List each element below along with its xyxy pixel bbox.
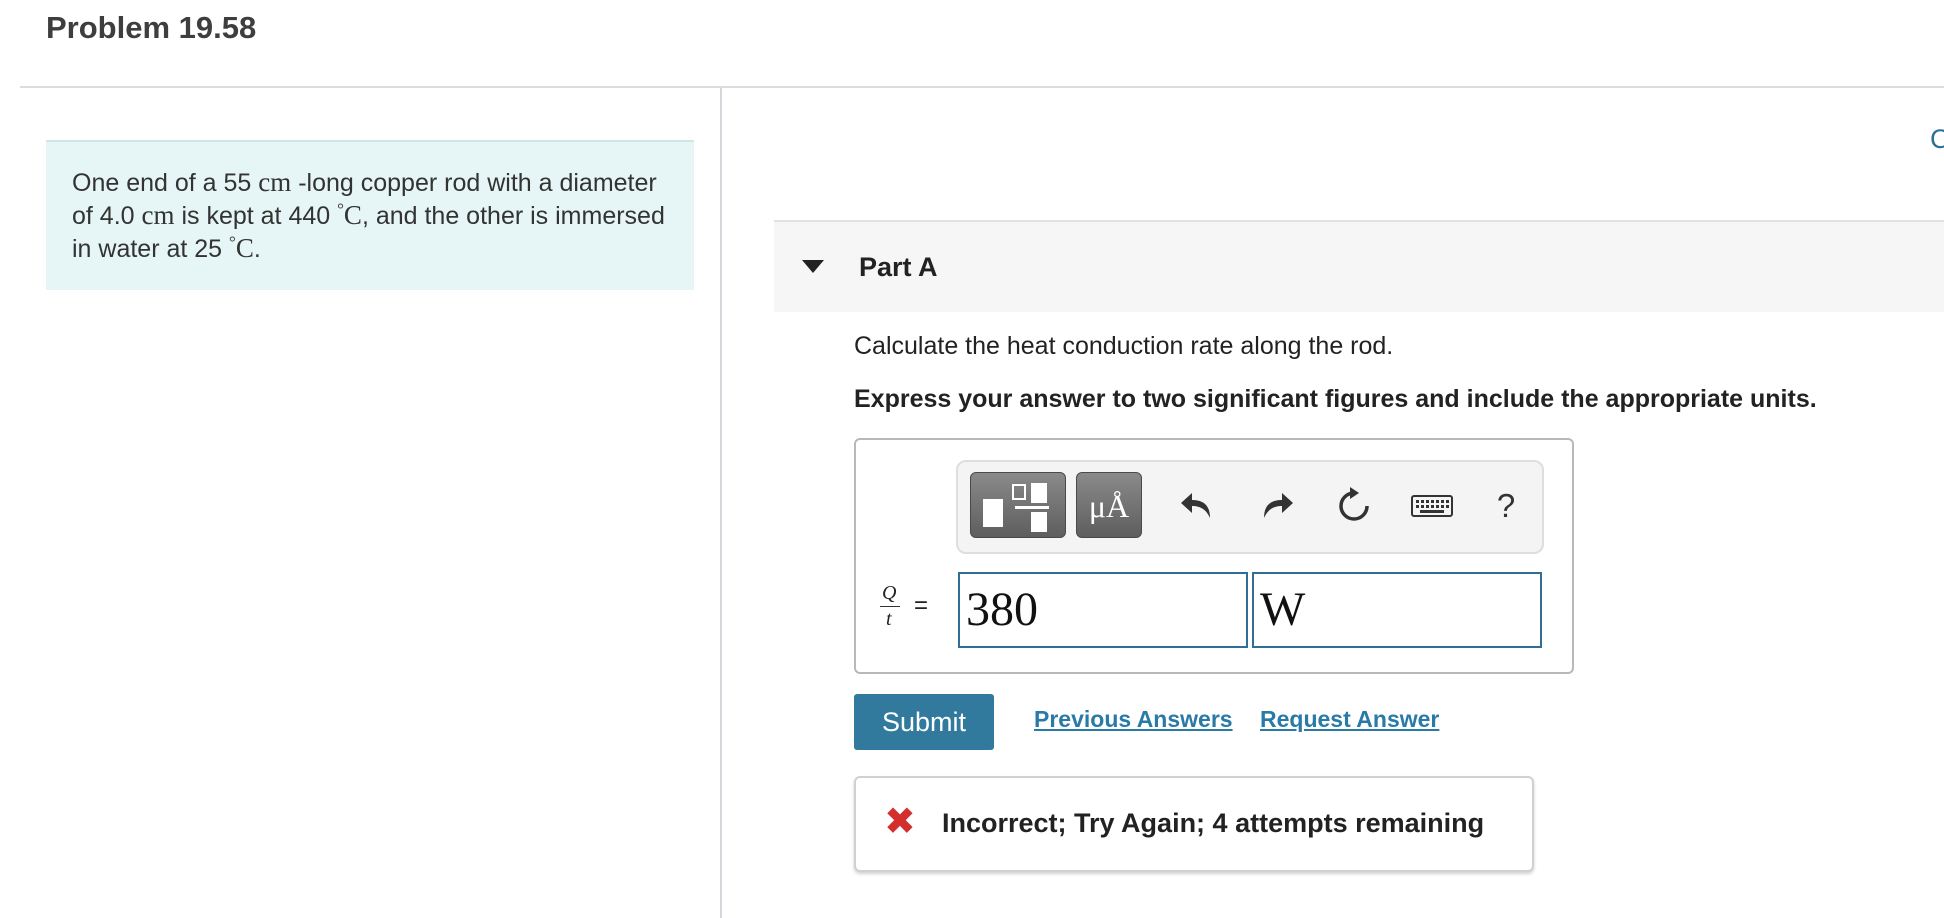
feedback-text: Incorrect; Try Again; 4 attempts remaini… [942,808,1485,838]
templates-icon[interactable] [970,472,1066,538]
fraction-bar [880,606,900,607]
degree-symbol: ° [229,232,236,252]
equals-sign: = [914,592,929,619]
lhs-denominator: t [886,608,892,630]
keyboard-icon[interactable] [1408,484,1458,528]
problem-text: One end of a 55 [72,169,259,197]
unit-cm: cm [141,200,175,230]
units-icon[interactable]: μÅ [1076,472,1142,538]
undo-icon[interactable] [1176,484,1220,528]
unit-celsius: C [235,233,254,263]
reset-icon[interactable] [1332,484,1376,528]
unit-cm: cm [258,167,292,197]
x-icon: ✖ [884,801,916,843]
lhs-numerator: Q [882,582,897,604]
page-title: Problem 19.58 [46,10,257,45]
keyboard-glyph [1411,495,1453,517]
templates-glyph [983,483,1049,532]
degree-symbol: ° [337,199,344,219]
question-text: Calculate the heat conduction rate along… [854,332,1394,360]
part-header[interactable]: Part A [774,220,1944,312]
unit-celsius: C [343,200,362,230]
problem-text: . [253,235,261,263]
problem-statement: One end of a 55 cm -long copper rod with… [46,140,694,290]
header-divider [20,86,1944,88]
part-label: Part A [859,252,938,282]
submit-button[interactable]: Submit [854,694,994,750]
instruction-text: Express your answer to two significant f… [854,385,1817,413]
corner-link[interactable]: C [1930,124,1944,155]
column-divider [720,88,722,918]
redo-icon[interactable] [1254,484,1298,528]
help-icon[interactable]: ? [1484,484,1528,528]
value-input[interactable]: 380 [958,572,1248,648]
undo-glyph [1181,493,1210,518]
feedback-message: ✖ Incorrect; Try Again; 4 attempts remai… [854,776,1534,872]
unit-input[interactable]: W [1252,572,1542,648]
math-toolbar: μÅ ? [956,460,1544,554]
redo-glyph [1264,493,1293,518]
request-answer-link[interactable]: Request Answer [1260,706,1439,733]
answer-box: μÅ ? Q t = 380 W [854,438,1574,674]
reset-glyph [1339,487,1369,521]
answer-variable: Q t = [878,582,934,652]
previous-answers-link[interactable]: Previous Answers [1034,706,1233,733]
collapse-caret-icon[interactable] [802,260,824,273]
problem-text: is kept at 440 [174,202,338,230]
